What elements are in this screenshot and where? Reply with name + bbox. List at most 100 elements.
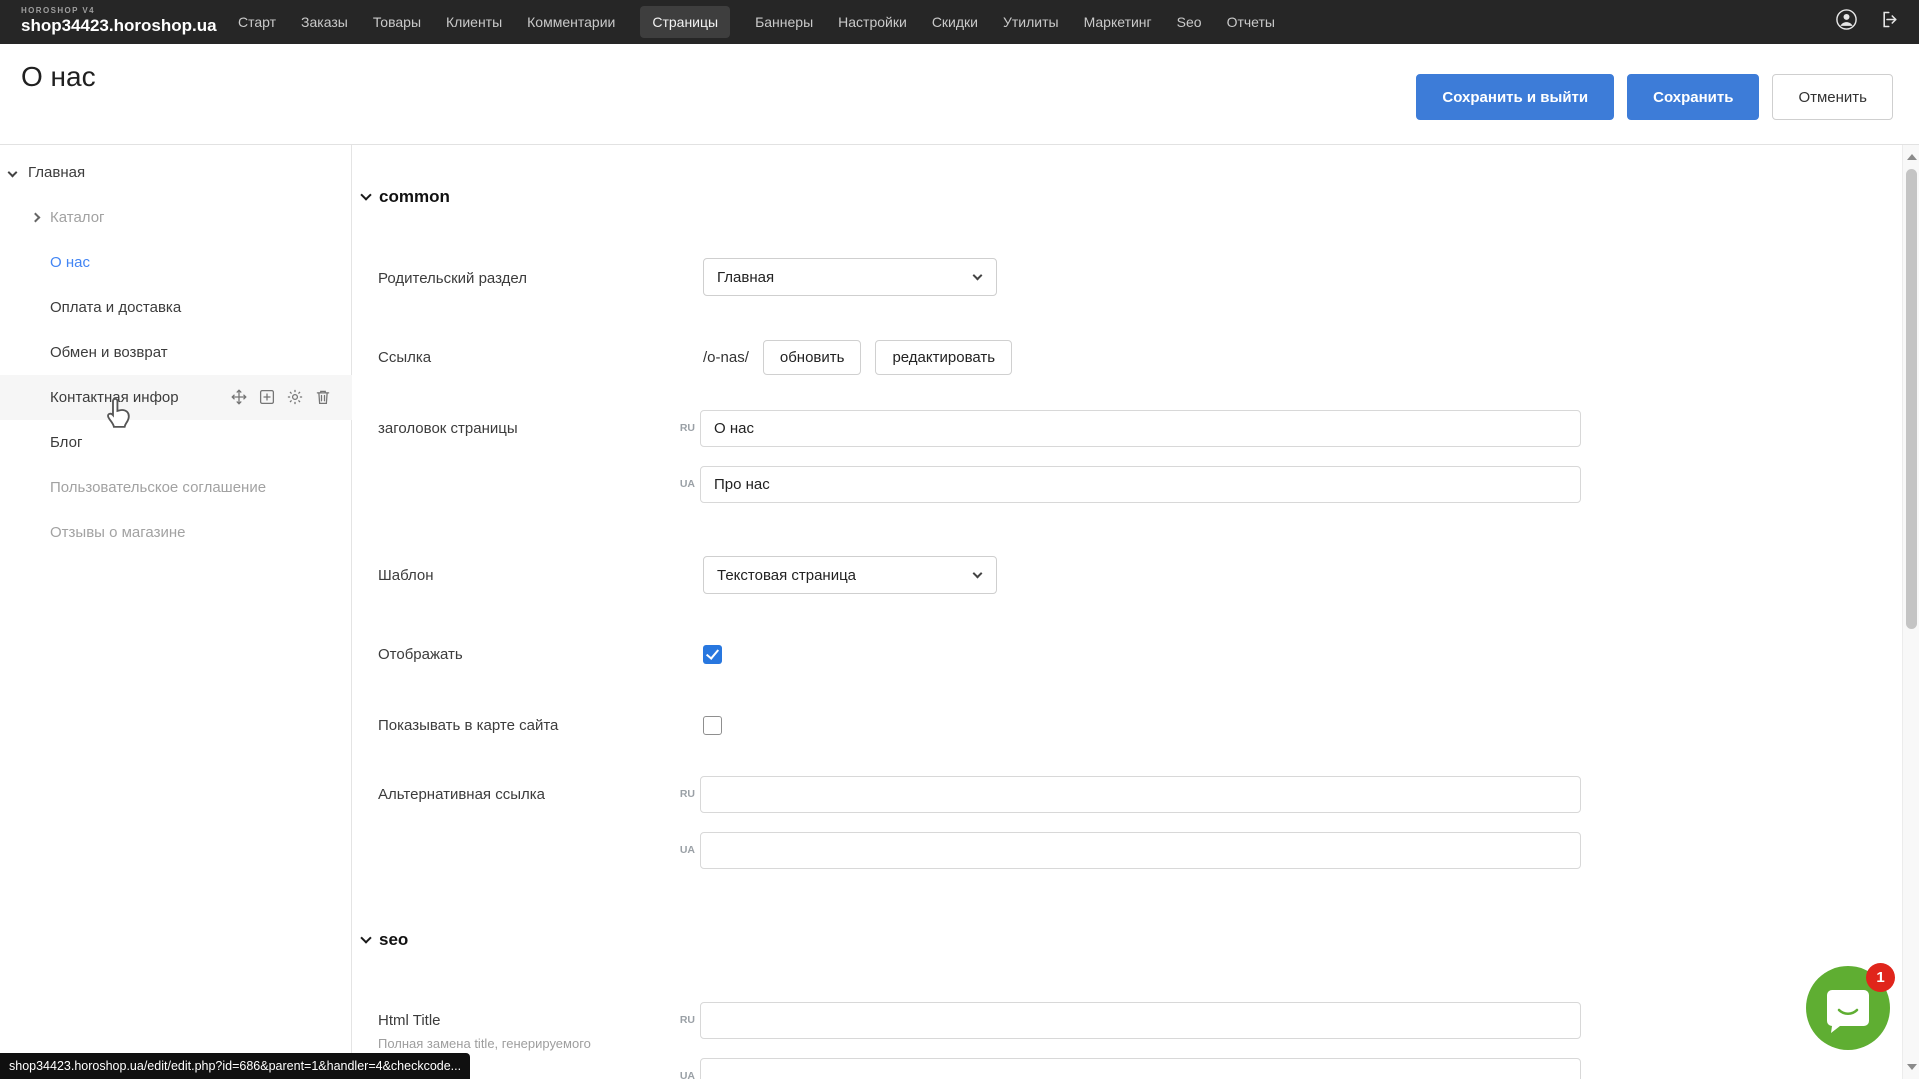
lang-badge-ru: RU <box>665 1014 695 1026</box>
link-refresh-button[interactable]: обновить <box>763 340 862 375</box>
alt-link-ua-input[interactable] <box>700 832 1581 869</box>
link-label: Ссылка <box>378 349 431 366</box>
scroll-down-arrow[interactable] <box>1907 1064 1917 1070</box>
nav-item-products[interactable]: Товары <box>373 14 421 30</box>
tree-item-label: Пользовательское соглашение <box>50 479 266 496</box>
settings-gear-icon[interactable] <box>286 388 304 406</box>
tree-item-kontaktnaya[interactable]: Контактная инфор <box>0 375 352 420</box>
nav-item-utilities[interactable]: Утилиты <box>1003 14 1059 30</box>
tree-item-label: Блог <box>50 434 82 451</box>
scrollbar-thumb[interactable] <box>1906 169 1917 629</box>
top-navbar: HOROSHOP V4 shop34423.horoshop.ua Старт … <box>0 0 1919 44</box>
nav-item-discounts[interactable]: Скидки <box>932 14 978 30</box>
nav-item-banners[interactable]: Баннеры <box>755 14 813 30</box>
link-row: /o-nas/ обновить редактировать <box>703 340 1012 375</box>
chevron-down-icon <box>973 569 983 579</box>
nav-item-start[interactable]: Старт <box>238 14 276 30</box>
logo-version: HOROSHOP V4 <box>21 6 217 15</box>
alt-link-label: Альтернативная ссылка <box>378 786 545 803</box>
sitemap-label: Показывать в карте сайта <box>378 717 558 734</box>
chevron-down-icon[interactable] <box>8 168 18 178</box>
save-button[interactable]: Сохранить <box>1627 74 1759 120</box>
lang-badge-ru: RU <box>665 788 695 800</box>
tree-item-actions <box>230 388 332 406</box>
logo[interactable]: HOROSHOP V4 shop34423.horoshop.ua <box>21 6 217 36</box>
tree-item-label: Контактная инфор <box>50 389 179 406</box>
tree-item-label: Обмен и возврат <box>50 344 168 361</box>
page-header: О нас Сохранить и выйти Сохранить Отмени… <box>0 44 1919 145</box>
delete-trash-icon[interactable] <box>314 388 332 406</box>
tree-item-blog[interactable]: Блог <box>0 420 352 465</box>
html-title-ua-input[interactable] <box>700 1058 1581 1079</box>
chevron-down-icon <box>360 932 371 943</box>
tree-item-obmen[interactable]: Обмен и возврат <box>0 330 352 375</box>
logout-icon[interactable] <box>1880 9 1901 35</box>
logo-domain: shop34423.horoshop.ua <box>21 16 217 36</box>
tree-item-oplata[interactable]: Оплата и доставка <box>0 285 352 330</box>
scroll-up-arrow[interactable] <box>1907 154 1917 160</box>
nav-item-clients[interactable]: Клиенты <box>446 14 502 30</box>
nav-menu: Старт Заказы Товары Клиенты Комментарии … <box>238 0 1275 44</box>
template-label: Шаблон <box>378 567 434 584</box>
nav-right-icons <box>1835 0 1901 44</box>
tree-item-otzyvy[interactable]: Отзывы о магазине <box>0 510 352 555</box>
link-path: /o-nas/ <box>703 349 749 366</box>
cancel-button[interactable]: Отменить <box>1772 74 1893 120</box>
parent-section-value: Главная <box>717 269 774 286</box>
parent-section-label: Родительский раздел <box>378 270 527 287</box>
nav-item-pages[interactable]: Страницы <box>640 6 730 38</box>
section-title: seo <box>379 930 408 950</box>
display-label: Отображать <box>378 646 463 663</box>
tree-item-katalog[interactable]: Каталог <box>0 195 352 240</box>
add-icon[interactable] <box>258 388 276 406</box>
section-seo-toggle[interactable]: seo <box>362 930 408 950</box>
move-icon[interactable] <box>230 388 248 406</box>
save-and-exit-button[interactable]: Сохранить и выйти <box>1416 74 1614 120</box>
chevron-down-icon <box>360 189 371 200</box>
display-checkbox[interactable] <box>703 645 722 664</box>
nav-item-seo[interactable]: Seo <box>1177 14 1202 30</box>
parent-section-select[interactable]: Главная <box>703 258 997 296</box>
app-root: HOROSHOP V4 shop34423.horoshop.ua Старт … <box>0 0 1919 1079</box>
html-title-hint: Полная замена title, генерируемого <box>378 1036 591 1051</box>
page-title: О нас <box>21 61 96 93</box>
html-title-ru-input[interactable] <box>700 1002 1581 1039</box>
alt-link-ru-input[interactable] <box>700 776 1581 813</box>
pages-tree-sidebar: Главная Каталог О нас Оплата и доставка … <box>0 145 352 1079</box>
lang-badge-ua: UA <box>665 478 695 490</box>
chat-unread-badge: 1 <box>1866 963 1895 992</box>
nav-item-orders[interactable]: Заказы <box>301 14 348 30</box>
tree-item-label: Оплата и доставка <box>50 299 181 316</box>
header-actions: Сохранить и выйти Сохранить Отменить <box>1416 74 1893 120</box>
lang-badge-ua: UA <box>665 844 695 856</box>
template-value: Текстовая страница <box>717 567 856 584</box>
link-preview-statusbar: shop34423.horoshop.ua/edit/edit.php?id=6… <box>0 1053 470 1079</box>
tree-item-label: О нас <box>50 254 90 271</box>
link-edit-button[interactable]: редактировать <box>875 340 1012 375</box>
tree-item-soglashenie[interactable]: Пользовательское соглашение <box>0 465 352 510</box>
page-title-ru-input[interactable] <box>700 410 1581 447</box>
page-edit-form: common Родительский раздел Главная Ссылк… <box>353 145 1902 1079</box>
nav-item-settings[interactable]: Настройки <box>838 14 907 30</box>
nav-item-marketing[interactable]: Маркетинг <box>1084 14 1152 30</box>
tree-item-label: Каталог <box>50 209 105 226</box>
section-common-toggle[interactable]: common <box>362 187 450 207</box>
tree-item-label: Главная <box>28 164 85 181</box>
nav-item-reports[interactable]: Отчеты <box>1227 14 1275 30</box>
html-title-label: Html Title <box>378 1012 441 1029</box>
page-title-label: заголовок страницы <box>378 420 518 437</box>
user-account-icon[interactable] <box>1835 8 1858 36</box>
sitemap-checkbox[interactable] <box>703 716 722 735</box>
section-title: common <box>379 187 450 207</box>
lang-badge-ua: UA <box>665 1070 695 1079</box>
nav-item-comments[interactable]: Комментарии <box>527 14 615 30</box>
page-title-ua-input[interactable] <box>700 466 1581 503</box>
chevron-right-icon[interactable] <box>31 213 41 223</box>
vertical-scrollbar[interactable] <box>1902 145 1919 1079</box>
tree-item-label: Отзывы о магазине <box>50 524 185 541</box>
chevron-down-icon <box>973 271 983 281</box>
template-select[interactable]: Текстовая страница <box>703 556 997 594</box>
tree-item-glavnaya[interactable]: Главная <box>0 150 352 195</box>
tree-item-o-nas[interactable]: О нас <box>0 240 352 285</box>
lang-badge-ru: RU <box>665 422 695 434</box>
